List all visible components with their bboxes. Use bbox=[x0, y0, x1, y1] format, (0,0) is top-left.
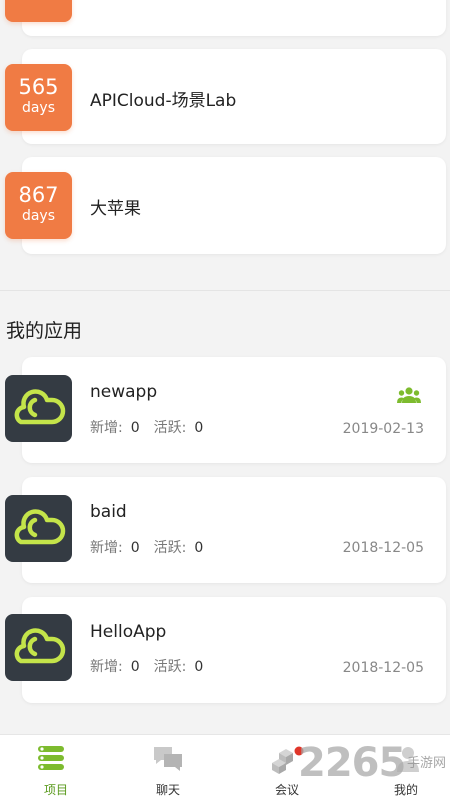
app-date: 2019-02-13 bbox=[342, 421, 424, 437]
project-card[interactable] bbox=[22, 0, 446, 36]
active-label: 活跃: bbox=[153, 659, 187, 675]
active-count: 0 bbox=[194, 659, 204, 675]
days-count: 565 bbox=[18, 75, 59, 99]
project-name: 大苹果 bbox=[90, 199, 141, 219]
days-badge: 867 days bbox=[5, 172, 72, 239]
section-title-my-apps: 我的应用 bbox=[6, 320, 83, 342]
app-date: 2018-12-05 bbox=[342, 660, 424, 676]
tab-chat[interactable]: 聊天 bbox=[112, 735, 224, 801]
tab-meeting[interactable]: 会议 bbox=[231, 735, 343, 801]
app-name: newapp bbox=[90, 382, 158, 402]
days-badge: days bbox=[5, 0, 72, 22]
app-stats: 新增: 0 活跃: 0 bbox=[90, 417, 217, 437]
tab-label: 会议 bbox=[274, 783, 299, 797]
app-name: baid bbox=[90, 502, 127, 522]
days-count: 867 bbox=[18, 183, 59, 207]
tab-label: 聊天 bbox=[155, 783, 180, 797]
new-count: 0 bbox=[130, 659, 140, 675]
new-count: 0 bbox=[130, 540, 140, 556]
active-count: 0 bbox=[194, 420, 204, 436]
new-label: 新增: bbox=[90, 540, 123, 556]
tab-label: 项目 bbox=[43, 783, 68, 797]
project-name: APICloud-场景Lab bbox=[90, 91, 237, 111]
project-card[interactable] bbox=[22, 157, 446, 254]
new-count: 0 bbox=[130, 420, 140, 436]
chat-icon bbox=[154, 747, 182, 771]
app-card[interactable] bbox=[22, 477, 446, 583]
active-label: 活跃: bbox=[153, 420, 187, 436]
bottom-tab-bar: 项目 聊天 会议 我的 bbox=[0, 734, 450, 801]
app-logo-icon bbox=[5, 614, 72, 681]
tab-mine[interactable]: 我的 bbox=[338, 735, 450, 801]
app-date: 2018-12-05 bbox=[342, 540, 424, 556]
days-badge: 565 days bbox=[5, 64, 72, 131]
app-logo-icon bbox=[5, 495, 72, 562]
group-icon[interactable] bbox=[397, 386, 421, 408]
app-card[interactable] bbox=[22, 357, 446, 463]
tab-label: 我的 bbox=[393, 783, 418, 797]
meeting-cubes-icon bbox=[272, 746, 304, 774]
tab-projects[interactable]: 项目 bbox=[0, 735, 112, 801]
app-stats: 新增: 0 活跃: 0 bbox=[90, 537, 217, 557]
new-label: 新增: bbox=[90, 420, 123, 436]
days-unit: days bbox=[21, 208, 56, 224]
app-logo-icon bbox=[5, 375, 72, 442]
app-stats: 新增: 0 活跃: 0 bbox=[90, 656, 217, 676]
active-count: 0 bbox=[194, 540, 204, 556]
app-name: HelloApp bbox=[90, 622, 167, 642]
section-divider bbox=[0, 290, 450, 291]
days-unit: days bbox=[21, 100, 56, 116]
profile-icon bbox=[397, 747, 419, 772]
app-card[interactable] bbox=[22, 597, 446, 703]
new-label: 新增: bbox=[90, 659, 123, 675]
project-list-icon bbox=[38, 746, 64, 770]
active-label: 活跃: bbox=[153, 540, 187, 556]
